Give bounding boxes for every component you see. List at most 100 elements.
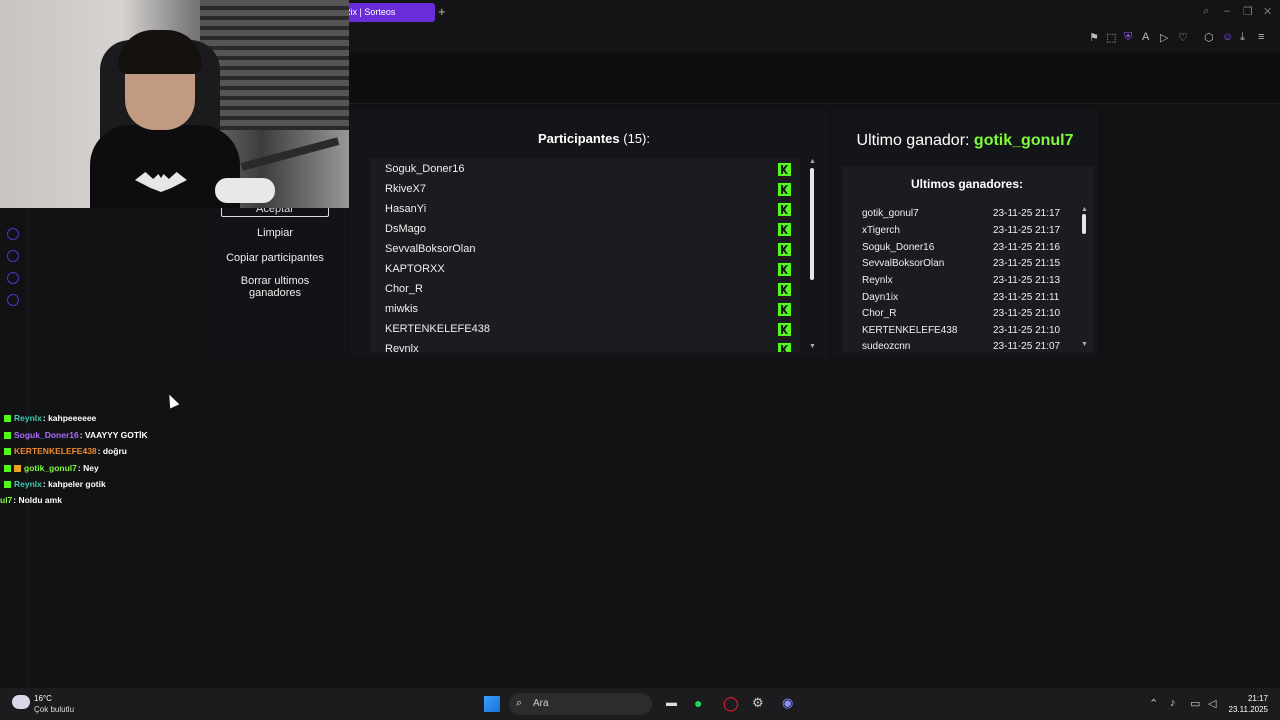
microphone-icon[interactable]: ♪ xyxy=(1170,697,1176,709)
chat-user: Soguk_Doner16 xyxy=(14,430,79,440)
winner-name: gotik_gonul7 xyxy=(862,208,919,219)
list-item: RkiveX7 xyxy=(385,183,426,195)
weather-icon[interactable] xyxy=(12,695,30,709)
tab-sorteos[interactable]: Rix | Sorteos xyxy=(338,3,435,22)
discord-icon[interactable]: ◉ xyxy=(782,695,793,711)
clock-time[interactable]: 21:17 xyxy=(1236,694,1268,703)
kick-icon xyxy=(778,283,791,296)
profile-icon[interactable]: ☺ xyxy=(1222,31,1233,43)
kick-icon xyxy=(778,223,791,236)
volume-icon[interactable]: ◁ xyxy=(1208,697,1216,710)
list-item: Soguk_Doner16 xyxy=(385,163,465,175)
last-winner-name: gotik_gonul7 xyxy=(973,132,1074,149)
shield-icon[interactable]: ⛨ xyxy=(1124,31,1132,44)
sidebar-settings-icon[interactable] xyxy=(7,294,19,306)
winners-scroll-up-icon[interactable]: ▲ xyxy=(1081,206,1088,213)
winner-date: 23-11-25 21:11 xyxy=(993,292,1060,303)
kick-icon xyxy=(778,303,791,316)
copiar-participantes-button[interactable]: Copiar participantes xyxy=(221,252,329,264)
extensions-icon[interactable]: ⬡ xyxy=(1204,31,1214,44)
kick-badge-icon xyxy=(4,465,11,473)
kick-icon xyxy=(778,163,791,176)
winners-scroll-down-icon[interactable]: ▼ xyxy=(1081,341,1088,348)
last-winner: Ultimo ganador: gotik_gonul7 xyxy=(856,132,1074,149)
kick-badge-icon xyxy=(4,448,11,456)
borrar-ganadores-button[interactable]: Borrar ultimos ganadores xyxy=(231,275,319,299)
chat-text: : doğru xyxy=(97,446,127,456)
chat-user: KERTENKELEFE438 xyxy=(14,446,97,456)
kick-badge-icon xyxy=(4,481,11,489)
chat-text: : Noldu amk xyxy=(13,495,62,505)
kick-icon xyxy=(778,183,791,196)
opera-gx-icon[interactable]: ◯ xyxy=(723,695,739,712)
sidebar-history-icon[interactable] xyxy=(7,250,19,262)
list-item: HasanYi xyxy=(385,203,427,215)
list-item: SevvalBoksorOlan xyxy=(385,243,476,255)
winner-name: Reynlx xyxy=(862,275,893,286)
sidebar-add-icon[interactable] xyxy=(7,228,19,240)
chat-text: : VAAYYY GOTİK xyxy=(79,430,148,440)
taskbar-search[interactable] xyxy=(509,693,652,715)
winner-name: sudeozcnn xyxy=(862,341,911,351)
clock-date[interactable]: 23.11.2025 xyxy=(1218,705,1268,714)
winner-date: 23-11-25 21:10 xyxy=(993,308,1061,319)
winner-date: 23-11-25 21:16 xyxy=(993,242,1061,253)
screenshot-icon[interactable]: ⬚ xyxy=(1106,31,1116,44)
minimize-icon[interactable]: – xyxy=(1224,5,1230,17)
participants-scrollbar[interactable] xyxy=(810,168,814,280)
spotify-icon[interactable]: ● xyxy=(694,695,702,711)
winner-name: Soguk_Doner16 xyxy=(862,242,935,253)
participants-list[interactable]: Soguk_Doner16 RkiveX7 HasanYi DsMago Sev… xyxy=(370,158,800,352)
winner-date: 23-11-25 21:15 xyxy=(993,258,1061,269)
chat-message: gotik_gonul7: Ney xyxy=(4,463,99,473)
new-tab-button[interactable]: + xyxy=(438,4,446,19)
file-explorer-icon[interactable]: ▬ xyxy=(666,697,677,709)
list-item: Reynlx xyxy=(385,343,419,352)
list-item: KERTENKELEFE438 xyxy=(385,323,490,335)
kick-icon xyxy=(778,203,791,216)
heart-icon[interactable]: ♡ xyxy=(1178,31,1188,44)
start-button[interactable] xyxy=(484,696,500,712)
page-header xyxy=(200,52,1280,104)
limpiar-button[interactable]: Limpiar xyxy=(221,227,329,239)
weather-temp[interactable]: 16°C xyxy=(34,694,52,703)
scroll-up-icon[interactable]: ▲ xyxy=(809,158,816,165)
search-placeholder: Ara xyxy=(533,698,549,709)
list-item: DsMago xyxy=(385,223,426,235)
translate-icon[interactable]: A xyxy=(1142,31,1149,43)
steam-icon[interactable]: ⚙ xyxy=(752,695,764,711)
kick-icon xyxy=(778,343,791,352)
bookmark-icon[interactable]: ⚑ xyxy=(1089,31,1099,44)
chat-message: KERTENKELEFE438: doğru xyxy=(4,446,127,456)
streamer-hair xyxy=(118,30,202,74)
monitor-icon[interactable]: ▭ xyxy=(1190,697,1200,710)
download-icon[interactable]: ⤓ xyxy=(1240,31,1245,44)
mouse-cursor xyxy=(164,392,180,409)
close-icon[interactable]: ✕ xyxy=(1263,5,1272,18)
play-icon[interactable]: ▷ xyxy=(1160,31,1168,44)
list-item: miwkis xyxy=(385,303,418,315)
winner-name: Dayn1ix xyxy=(862,292,899,303)
search-icon[interactable]: ⌕ xyxy=(1203,5,1209,18)
restore-icon[interactable]: ❐ xyxy=(1243,5,1253,18)
tray-expand-icon[interactable]: ⌃ xyxy=(1149,697,1158,710)
list-item: KAPTORXX xyxy=(385,263,445,275)
winner-date: 23-11-25 21:17 xyxy=(993,225,1061,236)
chat-text: : Ney xyxy=(77,463,99,473)
kick-icon xyxy=(778,323,791,336)
menu-icon[interactable]: ≡ xyxy=(1258,31,1264,43)
winner-date: 23-11-25 21:07 xyxy=(993,341,1061,351)
winner-date: 23-11-25 21:10 xyxy=(993,325,1061,336)
chat-message: ul7: Noldu amk xyxy=(0,495,62,505)
sidebar-box-icon[interactable] xyxy=(7,272,19,284)
chat-message: Reynlx: kahpeler gotik xyxy=(4,479,106,489)
winners-scrollbar[interactable] xyxy=(1082,214,1086,234)
kick-badge-icon xyxy=(4,432,11,440)
kick-icon xyxy=(778,263,791,276)
scroll-down-icon[interactable]: ▼ xyxy=(809,343,816,350)
kick-icon xyxy=(778,243,791,256)
weather-desc[interactable]: Çok bulutlu xyxy=(34,705,74,714)
kick-badge-icon xyxy=(4,415,11,423)
mic-arm xyxy=(240,137,340,171)
list-item: Chor_R xyxy=(385,283,423,295)
